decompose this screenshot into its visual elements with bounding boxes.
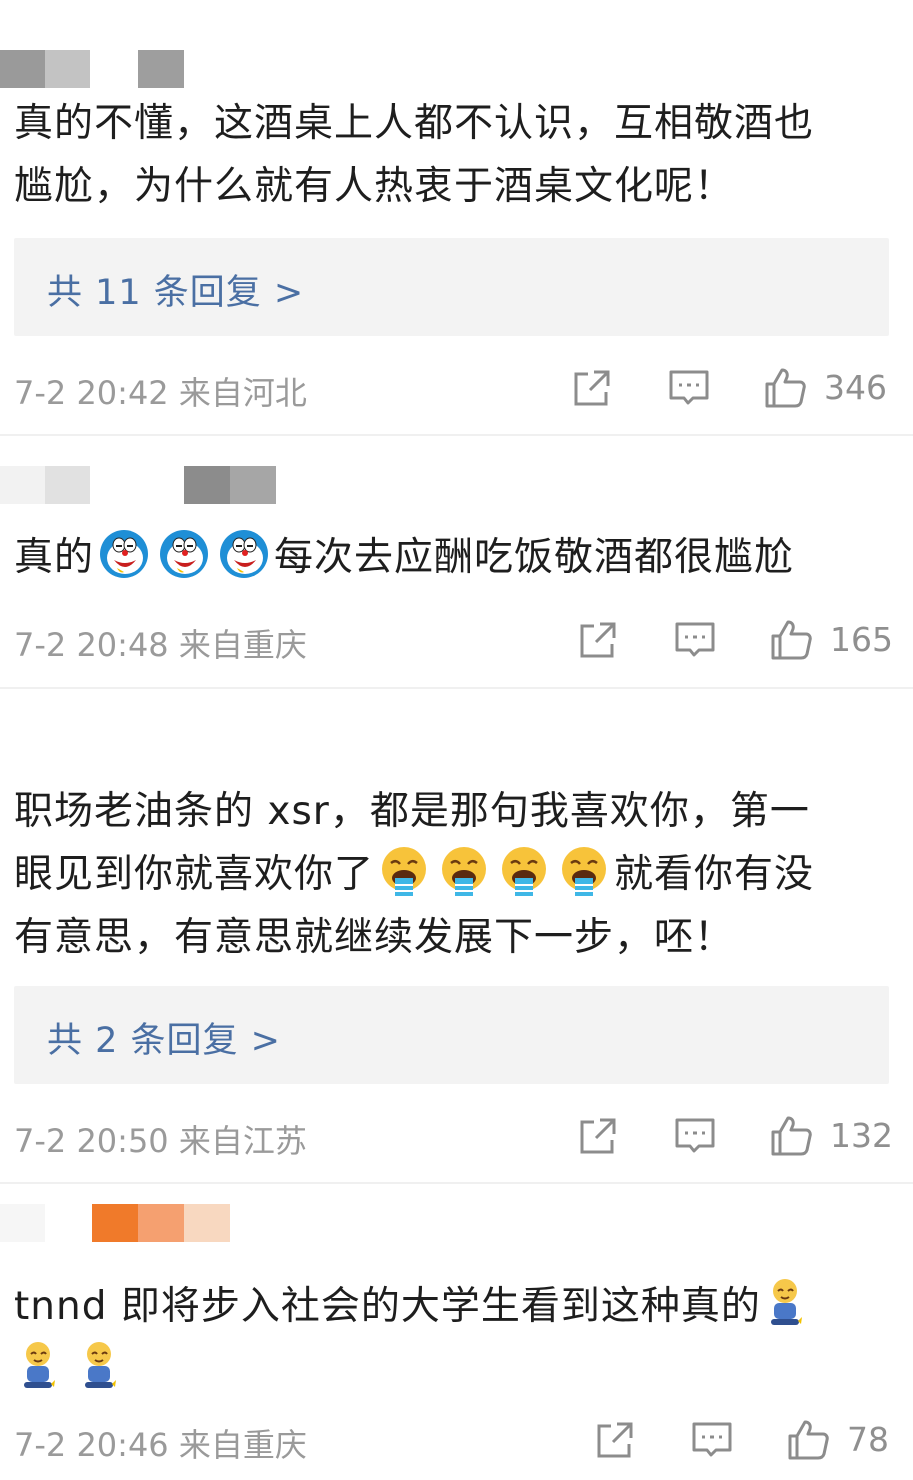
comment-icon[interactable] bbox=[673, 1114, 717, 1158]
like-count: 132 bbox=[830, 1116, 893, 1155]
share-icon[interactable] bbox=[576, 618, 620, 662]
view-replies-button[interactable]: 共 2 条回复 > bbox=[14, 986, 889, 1084]
comment-meta: 7-2 20:48 来自重庆 165 bbox=[0, 614, 913, 664]
timestamp-location: 7-2 20:48 来自重庆 bbox=[14, 626, 307, 664]
like-icon[interactable] bbox=[769, 618, 813, 662]
username-redacted[interactable] bbox=[0, 1204, 240, 1242]
like-icon[interactable] bbox=[769, 1114, 813, 1158]
like-icon[interactable] bbox=[763, 366, 807, 410]
vomiting-face-emoji-icon bbox=[378, 845, 430, 897]
doraemon-crying-emoji-icon bbox=[158, 528, 210, 580]
doraemon-crying-emoji-icon bbox=[98, 528, 150, 580]
divider bbox=[0, 1182, 913, 1184]
username-redacted[interactable] bbox=[0, 466, 280, 504]
kneeling-person-emoji-icon bbox=[18, 1340, 58, 1392]
divider bbox=[0, 687, 913, 689]
like-count: 346 bbox=[824, 368, 887, 407]
username-redacted[interactable] bbox=[0, 50, 190, 88]
vomiting-face-emoji-icon bbox=[438, 845, 490, 897]
comment-meta: 7-2 20:42 来自河北 346 bbox=[0, 362, 913, 412]
comment-icon[interactable] bbox=[667, 366, 711, 410]
like-icon[interactable] bbox=[786, 1418, 830, 1462]
timestamp-location: 7-2 20:42 来自河北 bbox=[14, 374, 307, 412]
share-icon[interactable] bbox=[570, 366, 614, 410]
replies-count-label: 共 11 条回复 > bbox=[47, 273, 305, 313]
comment-meta: 7-2 20:46 来自重庆 78 bbox=[0, 1414, 913, 1464]
vomiting-face-emoji-icon bbox=[498, 845, 550, 897]
view-replies-button[interactable]: 共 11 条回复 > bbox=[14, 238, 889, 336]
comment-icon[interactable] bbox=[690, 1418, 734, 1462]
divider bbox=[0, 434, 913, 436]
comment-icon[interactable] bbox=[673, 618, 717, 662]
share-icon[interactable] bbox=[593, 1418, 637, 1462]
vomiting-face-emoji-icon bbox=[558, 845, 610, 897]
like-count: 78 bbox=[847, 1420, 889, 1459]
like-count: 165 bbox=[830, 620, 893, 659]
doraemon-crying-emoji-icon bbox=[218, 528, 270, 580]
comment-text: 真的不懂，这酒桌上人都不认识，互相敬酒也 尴尬，为什么就有人热衷于酒桌文化呢！ bbox=[14, 101, 815, 209]
timestamp-location: 7-2 20:50 来自江苏 bbox=[14, 1122, 307, 1160]
replies-count-label: 共 2 条回复 > bbox=[47, 1021, 281, 1061]
timestamp-location: 7-2 20:46 来自重庆 bbox=[14, 1426, 307, 1464]
share-icon[interactable] bbox=[576, 1114, 620, 1158]
comment-text: 真的 每次去应酬吃饭敬酒都很尴尬 bbox=[14, 526, 894, 589]
comment-meta: 7-2 20:50 来自江苏 132 bbox=[0, 1110, 913, 1160]
kneeling-person-emoji-icon bbox=[79, 1340, 119, 1392]
comment-text: 职场老油条的 xsr，都是那句我喜欢你，第一 眼见到你就喜欢你了 就看你有没 有意… bbox=[14, 789, 815, 960]
kneeling-person-emoji-icon bbox=[765, 1277, 805, 1329]
comment-text: tnnd 即将步入社会的大学生看到这种真的 bbox=[14, 1275, 894, 1401]
